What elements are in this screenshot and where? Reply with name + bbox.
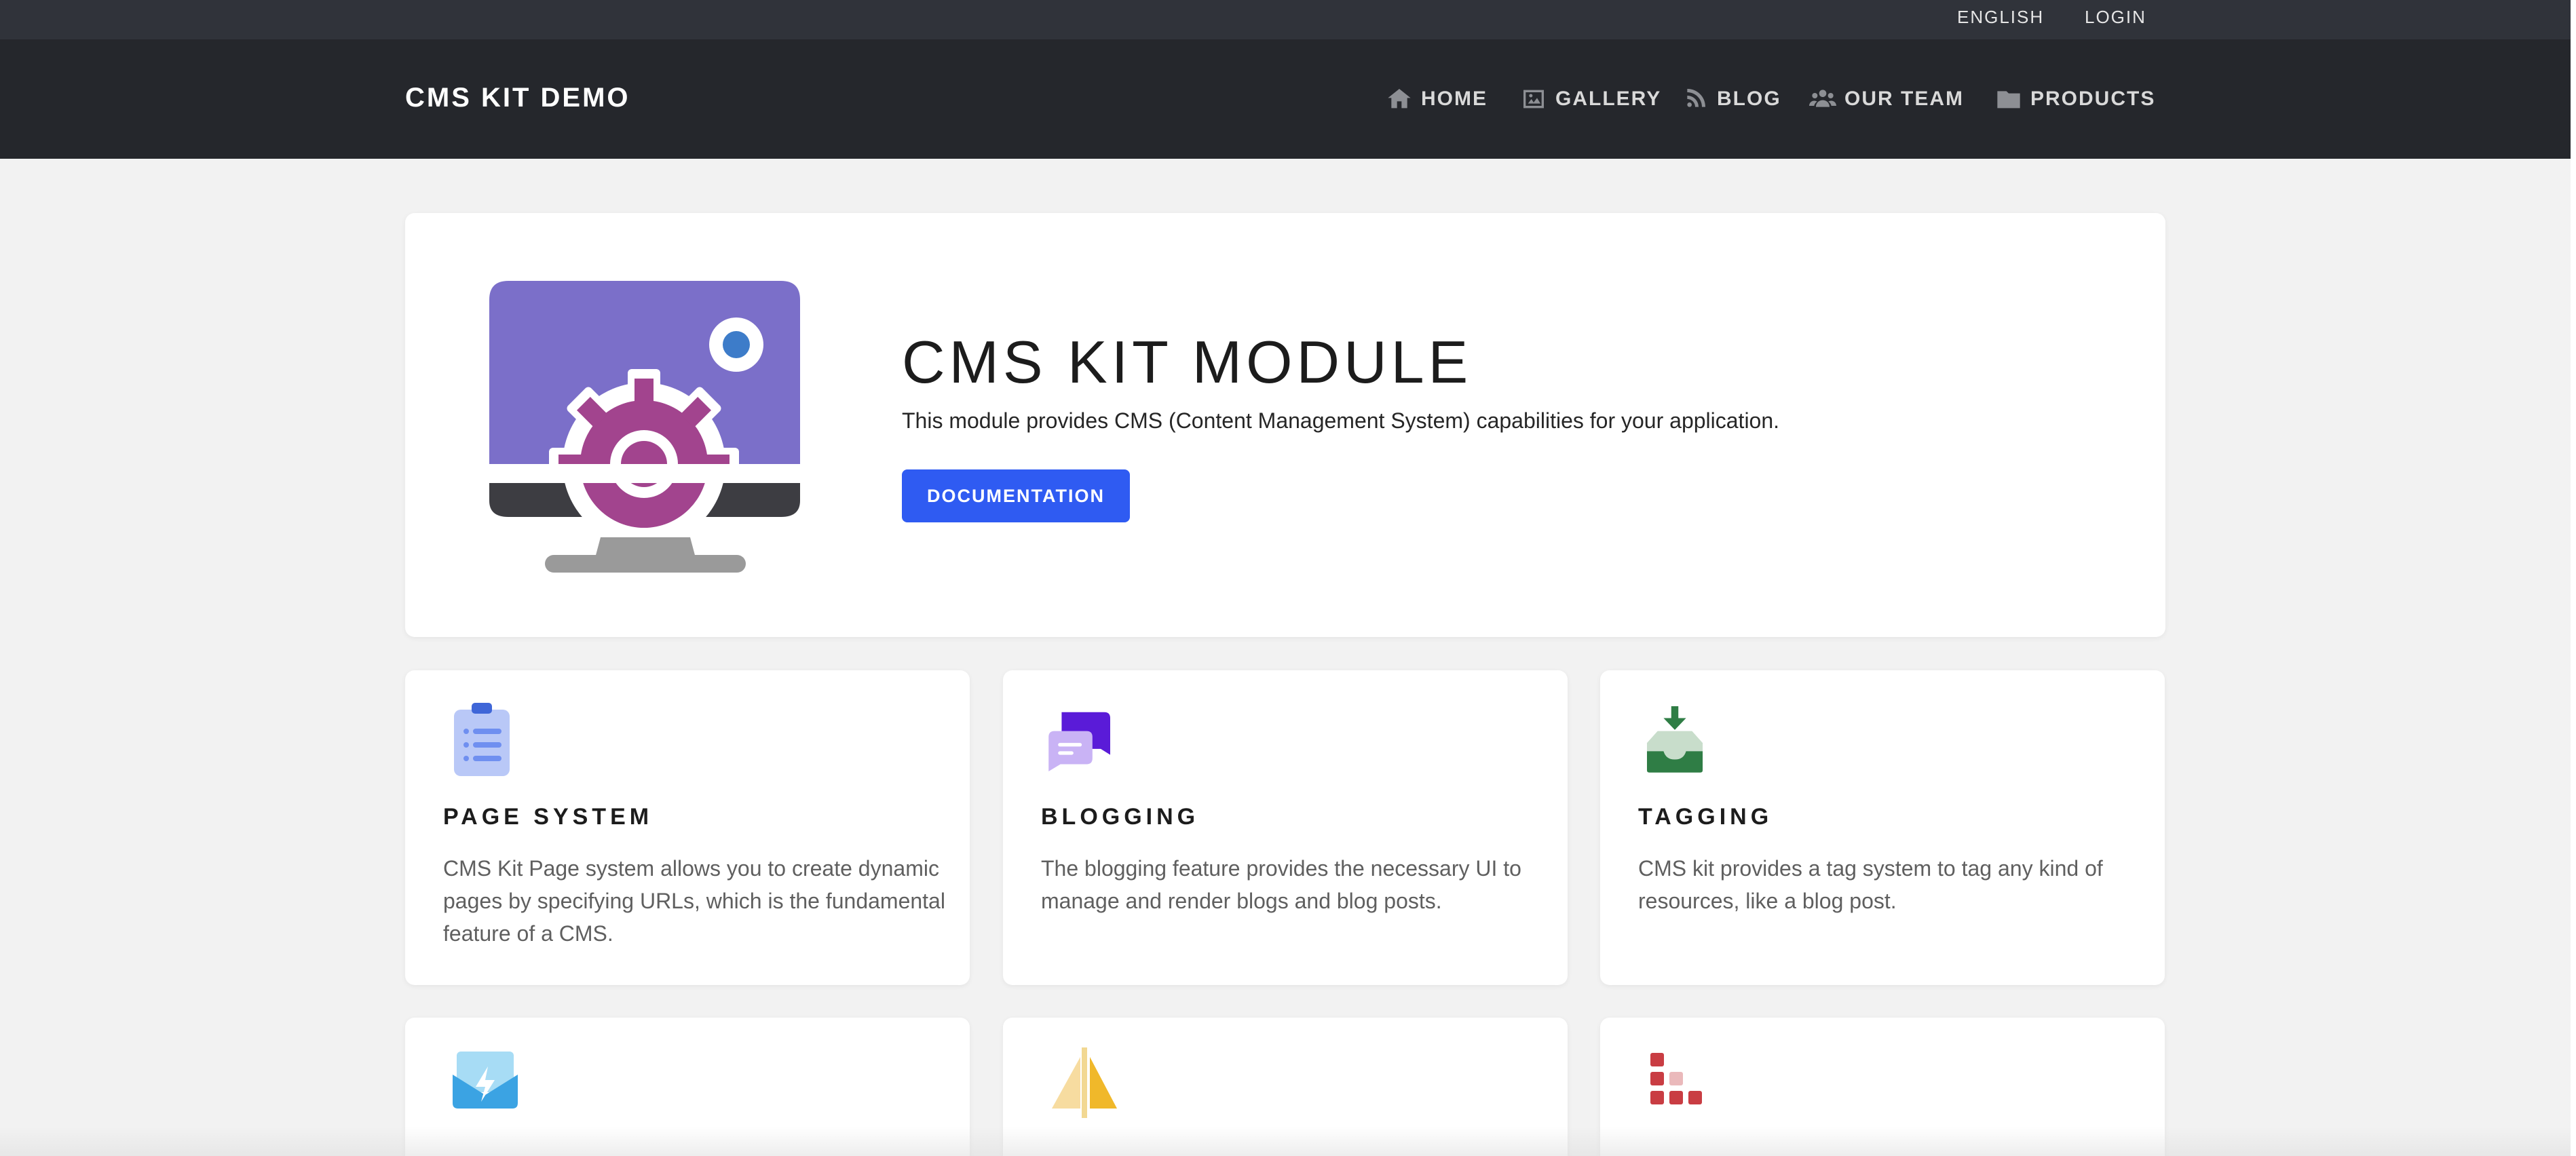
nav-item-label: PRODUCTS xyxy=(2030,88,2156,110)
nav-item-label: BLOG xyxy=(1717,88,1781,110)
feature-description: CMS kit provides a tag system to tag any… xyxy=(1638,856,2103,913)
lightning-envelope-icon xyxy=(453,1052,518,1109)
feature-description: CMS Kit Page system allows you to create… xyxy=(443,856,945,946)
dot-grid-icon xyxy=(1650,1053,1702,1104)
image-icon xyxy=(1523,90,1544,109)
blog-icon xyxy=(1687,89,1705,107)
folder-icon xyxy=(1997,91,2020,109)
users-icon xyxy=(1809,90,1836,107)
main-navbar: CMS KIT DEMO HOME GALLERY BLOG OUR TEAM … xyxy=(0,39,2571,159)
nav-item-our-team[interactable]: OUR TEAM xyxy=(1809,83,1964,115)
split-triangle-icon xyxy=(1052,1047,1117,1118)
home-icon xyxy=(1388,89,1411,109)
hero-title: CMS KIT MODULE xyxy=(902,328,1473,396)
hero-card: CMS KIT MODULE This module provides CMS … xyxy=(405,213,2165,637)
hero-description: This module provides CMS (Content Manage… xyxy=(902,408,1780,433)
nav-item-label: GALLERY xyxy=(1555,88,1662,110)
top-utility-bar: ENGLISH LOGIN xyxy=(0,0,2571,39)
feature-card-tagging: TAGGING CMS kit provides a tag system to… xyxy=(1600,670,2165,985)
language-selector[interactable]: ENGLISH xyxy=(1957,7,2044,27)
bottom-fade xyxy=(0,1126,2571,1156)
login-link[interactable]: LOGIN xyxy=(2085,7,2146,27)
nav-item-home[interactable]: HOME xyxy=(1386,83,1488,115)
nav-item-label: HOME xyxy=(1421,88,1488,110)
feature-card-blogging: BLOGGING The blogging feature provides t… xyxy=(1003,670,1568,985)
monitor-gear-icon xyxy=(489,281,800,573)
feature-card-page-system: PAGE SYSTEM CMS Kit Page system allows y… xyxy=(405,670,970,985)
page-edge xyxy=(2571,0,2576,1156)
nav-item-products[interactable]: PRODUCTS xyxy=(1995,83,2155,115)
feature-title: PAGE SYSTEM xyxy=(443,804,654,830)
nav-item-blog[interactable]: BLOG xyxy=(1682,83,1781,115)
nav-item-gallery[interactable]: GALLERY xyxy=(1520,83,1661,115)
documentation-button[interactable]: DOCUMENTATION xyxy=(902,469,1130,522)
brand-logo[interactable]: CMS KIT DEMO xyxy=(405,80,630,115)
feature-title: BLOGGING xyxy=(1041,804,1200,830)
nav-item-label: OUR TEAM xyxy=(1844,88,1964,110)
feature-description: The blogging feature provides the necess… xyxy=(1041,856,1521,913)
chat-bubbles-icon xyxy=(1048,712,1110,771)
clipboard-list-icon xyxy=(454,703,510,776)
feature-title: TAGGING xyxy=(1638,804,1773,830)
inbox-download-icon xyxy=(1646,706,1703,773)
